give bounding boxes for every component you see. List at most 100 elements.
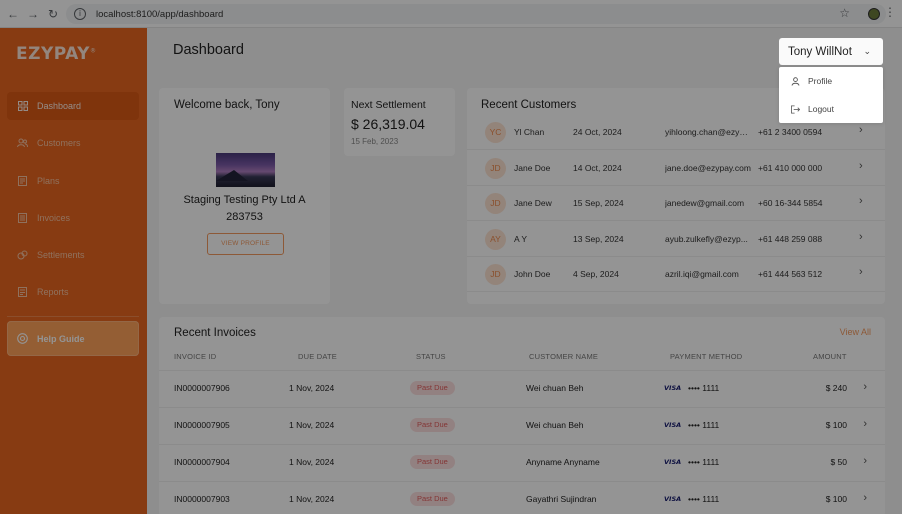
sidebar-item-label: Customers — [37, 138, 81, 149]
browser-toolbar: ← → ↻ i localhost:8100/app/dashboard ☆ ⋮ — [0, 0, 902, 28]
brand-logo[interactable]: EZYPAY® — [16, 44, 97, 64]
recent-customers-title: Recent Customers — [481, 99, 577, 111]
grid-icon — [17, 101, 28, 112]
table-row[interactable]: IN0000007904 1 Nov, 2024 Past Due Anynam… — [159, 444, 885, 481]
welcome-title: Welcome back, Tony — [174, 99, 280, 111]
avatar: JD — [485, 264, 506, 285]
customer-date: 14 Oct, 2024 — [573, 163, 622, 173]
report-icon — [17, 287, 28, 298]
chevron-right-icon[interactable]: › — [863, 381, 867, 393]
chevron-right-icon[interactable]: › — [863, 455, 867, 467]
invoice-id: IN0000007903 — [174, 494, 230, 504]
recent-invoices-card: Recent Invoices View All INVOICE ID DUE … — [159, 317, 885, 514]
table-row[interactable]: IN0000007903 1 Nov, 2024 Past Due Gayath… — [159, 481, 885, 514]
view-all-link[interactable]: View All — [840, 327, 871, 337]
sidebar-item-label: Reports — [37, 287, 69, 298]
chevron-down-icon: ⌄ — [863, 46, 871, 56]
visa-icon: VISA — [664, 384, 682, 392]
reload-icon[interactable]: ↻ — [46, 7, 60, 21]
customer-name: Wei chuan Beh — [526, 420, 584, 430]
settlement-date: 15 Feb, 2023 — [351, 137, 399, 146]
invoice-amount: $ 50 — [830, 457, 847, 467]
recent-invoices-title: Recent Invoices — [174, 327, 256, 339]
sidebar-divider — [7, 316, 139, 317]
column-header-customer-name: CUSTOMER NAME — [529, 352, 599, 361]
customer-date: 13 Sep, 2024 — [573, 234, 624, 244]
customer-row[interactable]: AY A Y 13 Sep, 2024 ayub.zulkefly@ezyp..… — [467, 222, 885, 257]
coins-icon — [17, 250, 28, 261]
bookmark-star-icon[interactable]: ☆ — [839, 6, 850, 20]
customer-row[interactable]: JD Jane Dew 15 Sep, 2024 janedew@gmail.c… — [467, 186, 885, 221]
avatar: JD — [485, 193, 506, 214]
column-header-amount: AMOUNT — [813, 352, 847, 361]
card-number: •••• 1111 — [688, 457, 720, 467]
customer-email: janedew@gmail.com — [665, 198, 745, 208]
customer-row[interactable]: JD John Doe 4 Sep, 2024 azril.iqi@gmail.… — [467, 257, 885, 292]
chevron-right-icon[interactable]: › — [863, 418, 867, 430]
table-row[interactable]: IN0000007906 1 Nov, 2024 Past Due Wei ch… — [159, 370, 885, 407]
user-menu-button[interactable]: Tony WillNot ⌄ — [779, 38, 883, 65]
invoice-id: IN0000007904 — [174, 457, 230, 467]
customer-name: Yl Chan — [514, 127, 545, 137]
visa-icon: VISA — [664, 495, 682, 503]
customer-row[interactable]: JD Jane Doe 14 Oct, 2024 jane.doe@ezypay… — [467, 151, 885, 186]
customer-name: Jane Dew — [514, 198, 552, 208]
welcome-card: Welcome back, Tony Staging Testing Pty L… — [159, 88, 330, 304]
due-date: 1 Nov, 2024 — [289, 383, 335, 393]
browser-menu-icon[interactable]: ⋮ — [884, 6, 896, 18]
column-header-invoice-id: INVOICE ID — [174, 352, 217, 361]
sidebar-item-settlements[interactable]: Settlements — [7, 241, 139, 269]
menu-item-logout[interactable]: Logout — [779, 95, 883, 123]
address-bar[interactable]: i localhost:8100/app/dashboard — [66, 4, 886, 24]
sidebar-item-customers[interactable]: Customers — [7, 129, 139, 157]
sidebar-item-label: Dashboard — [37, 101, 82, 111]
help-guide-button[interactable]: Help Guide — [7, 321, 139, 356]
profile-avatar-icon[interactable] — [868, 8, 880, 20]
chevron-right-icon[interactable]: › — [859, 195, 863, 207]
sidebar-item-reports[interactable]: Reports — [7, 278, 139, 306]
sidebar-item-label: Invoices — [37, 212, 71, 223]
customer-name: Anyname Anyname — [526, 457, 600, 467]
lifebuoy-icon — [17, 333, 28, 344]
company-name-line: Staging Testing Pty Ltd A — [183, 194, 306, 206]
sidebar-item-invoices[interactable]: Invoices — [7, 204, 139, 232]
sidebar-item-dashboard[interactable]: Dashboard — [7, 92, 139, 120]
customer-name: Jane Doe — [514, 163, 551, 173]
customer-phone: +61 2 3400 0594 — [758, 127, 823, 137]
chevron-right-icon[interactable]: › — [859, 124, 863, 136]
next-settlement-card: Next Settlement $ 26,319.04 15 Feb, 2023 — [344, 88, 455, 156]
page-title: Dashboard — [173, 42, 244, 58]
sidebar-item-label: Settlements — [37, 250, 85, 261]
view-profile-button[interactable]: VIEW PROFILE — [207, 233, 284, 255]
column-header-payment-method: PAYMENT METHOD — [670, 352, 743, 361]
invoice-id: IN0000007906 — [174, 383, 230, 393]
invoice-amount: $ 100 — [825, 420, 847, 430]
back-arrow-icon[interactable]: ← — [6, 7, 20, 21]
settlement-label: Next Settlement — [351, 99, 426, 111]
customer-name: A Y — [514, 234, 528, 244]
site-info-icon[interactable]: i — [74, 8, 86, 20]
url-text[interactable]: localhost:8100/app/dashboard — [96, 9, 223, 20]
user-name: Tony WillNot — [788, 45, 852, 58]
chevron-right-icon[interactable]: › — [859, 231, 863, 243]
customer-email: jane.doe@ezypay.com — [665, 163, 751, 173]
sidebar-item-plans[interactable]: Plans — [7, 167, 139, 195]
customer-phone: +61 444 563 512 — [758, 269, 823, 279]
table-row[interactable]: IN0000007905 1 Nov, 2024 Past Due Wei ch… — [159, 407, 885, 444]
company-id: 283753 — [226, 211, 263, 223]
invoice-amount: $ 240 — [825, 383, 847, 393]
forward-arrow-icon[interactable]: → — [26, 7, 40, 21]
column-header-status: STATUS — [416, 352, 446, 361]
menu-item-label: Logout — [808, 104, 834, 114]
card-number: •••• 1111 — [688, 494, 720, 504]
customer-date: 4 Sep, 2024 — [573, 269, 619, 279]
status-badge: Past Due — [410, 418, 455, 432]
menu-item-profile[interactable]: Profile — [779, 67, 883, 95]
card-number: •••• 1111 — [688, 420, 720, 430]
chevron-right-icon[interactable]: › — [863, 492, 867, 504]
company-name: Staging Testing Pty Ltd A 283753 — [167, 192, 322, 226]
customer-phone: +61 448 259 088 — [758, 234, 823, 244]
avatar: YC — [485, 122, 506, 143]
chevron-right-icon[interactable]: › — [859, 160, 863, 172]
chevron-right-icon[interactable]: › — [859, 266, 863, 278]
